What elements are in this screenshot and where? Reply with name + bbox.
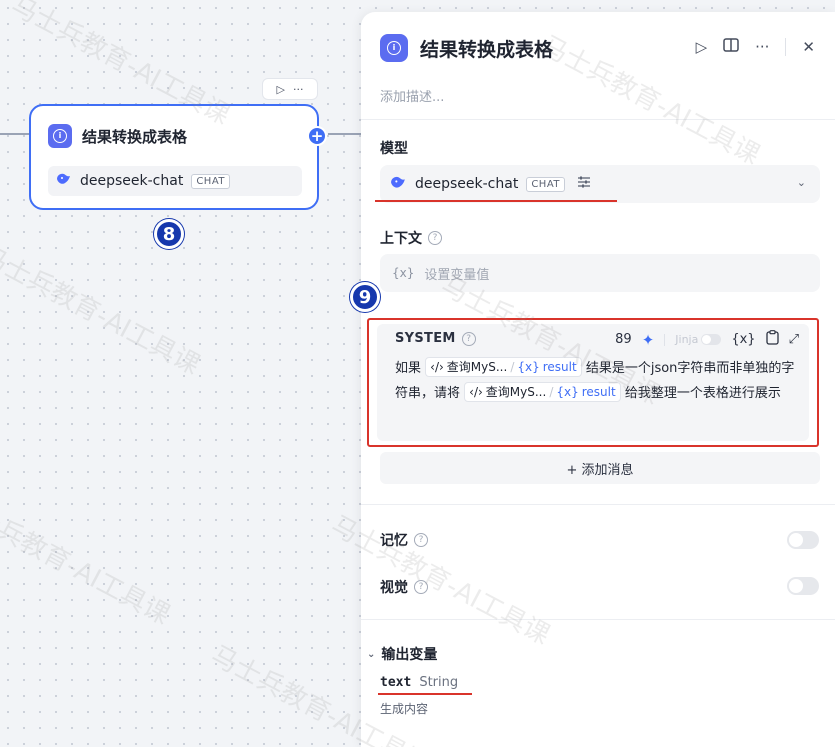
expand-icon[interactable]: ⤢ <box>789 332 799 347</box>
divider <box>361 504 835 505</box>
llm-node-icon: i <box>380 34 408 62</box>
model-params-icon[interactable] <box>577 176 591 192</box>
model-section-label: 模型 <box>380 141 408 157</box>
output-var-type: String <box>419 675 459 690</box>
chat-tag: CHAT <box>526 176 566 192</box>
help-icon[interactable]: ? <box>428 231 442 245</box>
outgoing-edge <box>328 133 362 135</box>
output-section-toggle[interactable]: ⌄ 输出变量 <box>367 644 437 664</box>
deepseek-whale-icon <box>390 175 407 194</box>
system-prompt-text[interactable]: 如果 ‹/› 查询MyS... / {x} result 结果是一个json字符串而非单… <box>395 356 805 406</box>
divider <box>361 119 835 120</box>
node-chat-tag: CHAT <box>191 173 231 189</box>
divider <box>785 38 787 56</box>
node-config-panel: i 结果转换成表格 ▷ ··· ✕ 添加描述... 模型 deepseek-ch… <box>361 12 835 747</box>
insert-variable-icon[interactable]: {x} <box>731 332 755 347</box>
node-header: i 结果转换成表格 <box>48 124 187 148</box>
divider <box>664 333 666 346</box>
node-model-name: deepseek-chat <box>80 173 184 189</box>
deepseek-whale-icon <box>56 172 72 190</box>
model-select[interactable]: deepseek-chat CHAT ⌄ <box>380 165 820 203</box>
split-view-icon[interactable] <box>723 38 739 56</box>
node-model-chip: deepseek-chat CHAT <box>48 166 302 196</box>
run-node-icon[interactable]: ▷ <box>277 83 285 96</box>
system-prompt-header: SYSTEM ? <box>395 331 476 346</box>
word-count: 89 <box>615 332 632 347</box>
add-next-node-button[interactable]: + <box>307 126 327 146</box>
highlight-underline <box>375 200 617 202</box>
step-badge-8: 8 <box>154 219 184 249</box>
add-message-button[interactable]: + 添加消息 <box>380 452 820 484</box>
clipboard-icon[interactable] <box>765 330 779 349</box>
system-prompt-editor[interactable]: SYSTEM ? 89 ✦ Jinja {x} ⤢ 如果 ‹/› 查询MyS..… <box>367 318 819 447</box>
divider <box>361 619 835 620</box>
panel-title[interactable]: 结果转换成表格 <box>420 35 553 62</box>
context-variable-input[interactable]: {x} 设置变量值 <box>380 254 820 292</box>
memory-label: 记忆 ? <box>380 530 428 550</box>
chevron-down-icon: ⌄ <box>367 648 376 660</box>
variable-reference-chip[interactable]: ‹/› 查询MyS... / {x} result <box>425 357 582 377</box>
close-icon[interactable]: ✕ <box>802 38 815 56</box>
run-icon[interactable]: ▷ <box>696 38 708 56</box>
vision-label: 视觉 ? <box>380 577 428 597</box>
variable-reference-chip[interactable]: ‹/› 查询MyS... / {x} result <box>464 382 621 402</box>
help-icon[interactable]: ? <box>461 331 476 346</box>
help-icon[interactable]: ? <box>414 533 428 547</box>
chevron-down-icon: ⌄ <box>796 176 806 189</box>
step-badge-9: 9 <box>350 282 380 312</box>
llm-node-card[interactable]: i 结果转换成表格 deepseek-chat CHAT <box>29 104 319 210</box>
variable-icon: {x} <box>392 266 415 280</box>
context-section-label: 上下文 ? <box>380 228 442 248</box>
system-label: SYSTEM <box>395 331 456 346</box>
highlight-underline <box>378 693 472 695</box>
help-icon[interactable]: ? <box>414 580 428 594</box>
context-placeholder: 设置变量值 <box>424 267 490 283</box>
code-icon: ‹/› <box>430 360 444 374</box>
output-variable: text String <box>380 675 458 690</box>
node-title: 结果转换成表格 <box>82 127 188 146</box>
more-icon[interactable]: ··· <box>755 38 769 56</box>
model-name: deepseek-chat <box>415 176 519 192</box>
system-prompt-tools: 89 ✦ Jinja {x} ⤢ <box>615 330 799 349</box>
llm-node-icon: i <box>48 124 72 148</box>
system-prompt-body[interactable]: SYSTEM ? 89 ✦ Jinja {x} ⤢ 如果 ‹/› 查询MyS..… <box>377 324 809 441</box>
code-icon: ‹/› <box>469 385 483 399</box>
ai-generate-icon[interactable]: ✦ <box>642 331 655 349</box>
more-icon[interactable]: ··· <box>293 83 304 96</box>
incoming-edge <box>0 133 30 135</box>
output-var-description: 生成内容 <box>380 702 429 716</box>
description-input[interactable]: 添加描述... <box>380 86 444 105</box>
vision-toggle[interactable] <box>787 577 819 595</box>
memory-toggle[interactable] <box>787 531 819 549</box>
panel-header: i 结果转换成表格 <box>380 34 553 62</box>
output-var-name: text <box>380 675 412 690</box>
jinja-toggle[interactable]: Jinja <box>675 333 722 346</box>
node-toolbar: ▷ ··· <box>262 78 318 100</box>
panel-actions: ▷ ··· ✕ <box>696 38 815 56</box>
